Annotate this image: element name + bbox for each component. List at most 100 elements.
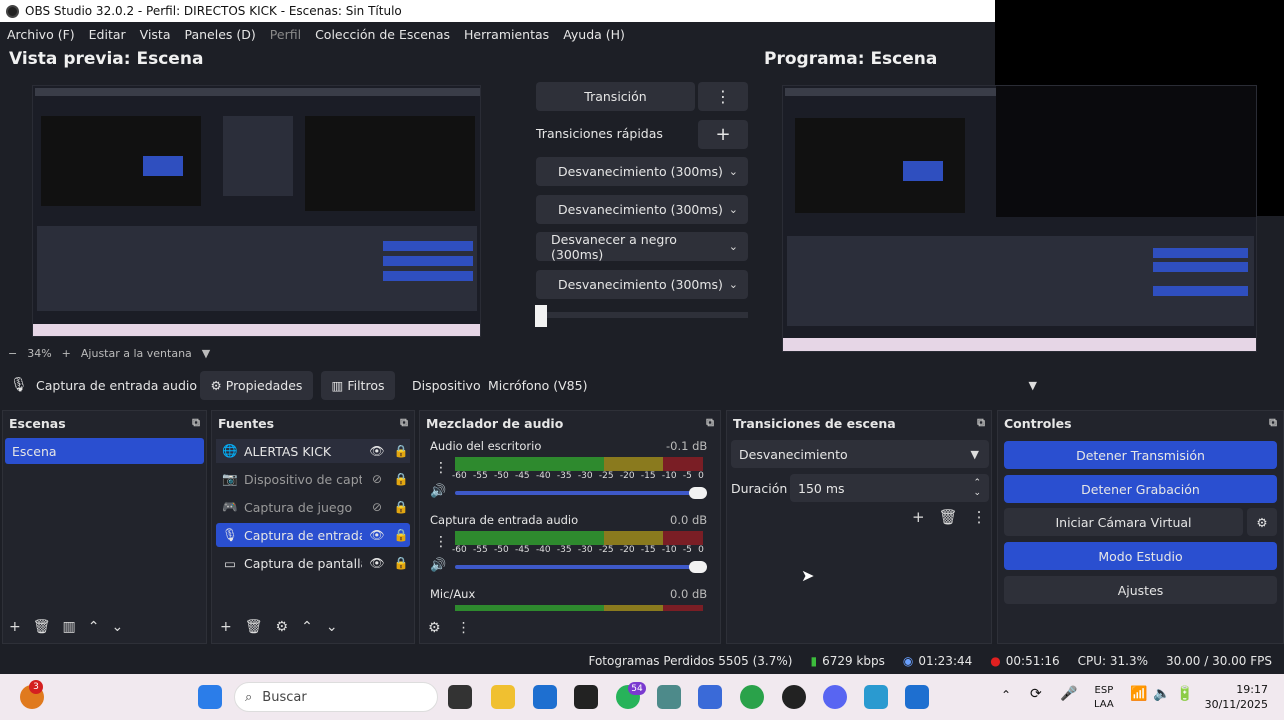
- volume-icon[interactable]: 🔈: [1153, 686, 1170, 702]
- calculator-icon[interactable]: [657, 685, 681, 709]
- security-shield-icon[interactable]: [905, 685, 929, 709]
- battery-icon[interactable]: 🔋: [1176, 686, 1193, 702]
- source-item[interactable]: 🎮 Captura de juego ⊘ 🔒: [216, 495, 410, 519]
- source-item[interactable]: ▭ Captura de pantalla 👁 🔒: [216, 551, 410, 575]
- stop-record-button[interactable]: Detener Grabación: [1004, 475, 1277, 503]
- transition-button[interactable]: Transición: [536, 82, 695, 111]
- preview-canvas[interactable]: [32, 85, 481, 337]
- settings-button[interactable]: Ajustes: [1004, 576, 1277, 604]
- selected-source-name: Captura de entrada audio: [36, 378, 198, 393]
- scene-filter-icon[interactable]: ▥: [63, 619, 76, 635]
- menu-ayuda[interactable]: Ayuda (H): [563, 27, 625, 42]
- search-box[interactable]: ⌕ Buscar: [234, 682, 438, 712]
- volume-slider[interactable]: [455, 561, 707, 573]
- lock-icon[interactable]: 🔒: [392, 444, 410, 458]
- quick-transition-1[interactable]: Desvanecimiento (300ms) ⌄: [536, 157, 748, 186]
- add-icon[interactable]: +: [220, 619, 232, 635]
- advanced-audio-icon[interactable]: ⚙: [428, 620, 441, 636]
- properties-button[interactable]: ⚙ Propiedades: [200, 371, 313, 400]
- microphone-tray-icon[interactable]: 🎤: [1060, 686, 1077, 702]
- obs-taskbar-icon[interactable]: [782, 685, 806, 709]
- gear-icon[interactable]: ⚙: [276, 619, 289, 635]
- arrow-down-icon[interactable]: ⌄: [111, 619, 123, 635]
- zoom-in-icon[interactable]: +: [62, 347, 71, 360]
- undock-icon[interactable]: ⧉: [1269, 416, 1277, 430]
- mixer-menu-icon[interactable]: ⋮: [457, 620, 471, 636]
- transition-menu-icon[interactable]: ⋮: [698, 82, 748, 111]
- zoom-out-icon[interactable]: −: [8, 347, 17, 360]
- trash-icon[interactable]: 🗑: [245, 619, 263, 635]
- outlook-icon[interactable]: [533, 685, 557, 709]
- gear-icon[interactable]: ⚙: [1247, 508, 1277, 536]
- spin-icon[interactable]: ⌃ ⌄: [973, 478, 981, 498]
- source-item[interactable]: 📷 Dispositivo de captur ⊘ 🔒: [216, 467, 410, 491]
- menu-editar[interactable]: Editar: [89, 27, 126, 42]
- studio-mode-button[interactable]: Modo Estudio: [1004, 542, 1277, 570]
- eye-hidden-icon[interactable]: ⊘: [368, 500, 386, 514]
- undock-icon[interactable]: ⧉: [400, 416, 408, 430]
- lock-icon[interactable]: 🔒: [392, 556, 410, 570]
- add-icon[interactable]: +: [9, 619, 21, 635]
- speaker-icon[interactable]: 🔊: [430, 558, 446, 573]
- lock-icon[interactable]: 🔒: [392, 472, 410, 486]
- transition-props-icon[interactable]: ⋮: [972, 508, 987, 526]
- file-explorer-icon[interactable]: [491, 685, 515, 709]
- arrow-up-icon[interactable]: ⌃: [301, 619, 313, 635]
- channel-menu-icon[interactable]: ⋮: [434, 534, 448, 550]
- language-indicator[interactable]: ESP LAA: [1094, 684, 1114, 712]
- quick-transition-2[interactable]: Desvanecimiento (300ms) ⌄: [536, 195, 748, 224]
- undock-icon[interactable]: ⧉: [977, 416, 985, 430]
- trash-icon[interactable]: 🗑: [33, 619, 51, 635]
- chrome-icon[interactable]: [740, 685, 764, 709]
- menu-herramientas[interactable]: Herramientas: [464, 27, 549, 42]
- add-icon[interactable]: +: [912, 508, 925, 526]
- x-app-icon[interactable]: [574, 685, 598, 709]
- discord-icon[interactable]: [823, 685, 847, 709]
- lock-icon[interactable]: 🔒: [392, 528, 410, 542]
- eye-icon[interactable]: 👁: [368, 556, 386, 570]
- lock-icon[interactable]: 🔒: [392, 500, 410, 514]
- zoom-dropdown-icon[interactable]: ▼: [202, 347, 210, 360]
- tbar-slider-handle[interactable]: [535, 305, 547, 327]
- device-select[interactable]: Micrófono (V85) ▼: [480, 371, 1045, 400]
- add-quick-transition-icon[interactable]: +: [698, 120, 748, 149]
- notepad-icon[interactable]: [864, 685, 888, 709]
- eye-icon[interactable]: 👁: [368, 528, 386, 542]
- virtual-camera-button[interactable]: Iniciar Cámara Virtual: [1004, 508, 1243, 536]
- quick-transition-3[interactable]: Desvanecer a negro (300ms) ⌄: [536, 232, 748, 262]
- task-view-icon[interactable]: [448, 685, 472, 709]
- source-item[interactable]: 🌐 ALERTAS KICK 👁 🔒: [216, 439, 410, 463]
- undock-icon[interactable]: ⧉: [706, 416, 714, 430]
- menu-paneles[interactable]: Paneles (D): [185, 27, 256, 42]
- menu-coleccion[interactable]: Colección de Escenas: [315, 27, 450, 42]
- transition-select[interactable]: Desvanecimiento ▼: [731, 440, 989, 468]
- fit-window-label[interactable]: Ajustar a la ventana: [81, 347, 192, 360]
- chevron-up-icon[interactable]: ⌃: [1001, 688, 1011, 702]
- quick-transition-4[interactable]: Desvanecimiento (300ms) ⌄: [536, 270, 748, 299]
- arrow-up-icon[interactable]: ⌃: [88, 619, 100, 635]
- menu-archivo[interactable]: Archivo (F): [7, 27, 75, 42]
- source-item[interactable]: 🎙 Captura de entrada a 👁 🔒: [216, 523, 410, 547]
- clock[interactable]: 19:17 30/11/2025: [1204, 682, 1268, 712]
- stop-stream-button[interactable]: Detener Transmisión: [1004, 441, 1277, 469]
- quick-transitions-label: Transiciones rápidas: [536, 126, 663, 141]
- channel-menu-icon[interactable]: ⋮: [434, 460, 448, 476]
- arrow-down-icon[interactable]: ⌄: [326, 619, 338, 635]
- eye-icon[interactable]: 👁: [368, 444, 386, 458]
- signal-bars-icon: ▮: [810, 654, 818, 668]
- menu-perfil[interactable]: Perfil: [270, 27, 301, 42]
- menu-vista[interactable]: Vista: [140, 27, 171, 42]
- scene-item[interactable]: Escena: [5, 438, 204, 464]
- wifi-icon[interactable]: 📶: [1130, 686, 1147, 702]
- eye-hidden-icon[interactable]: ⊘: [368, 472, 386, 486]
- windows-start-icon[interactable]: [198, 685, 222, 709]
- sync-icon[interactable]: ⟳: [1030, 686, 1042, 702]
- store-icon[interactable]: [698, 685, 722, 709]
- speaker-icon[interactable]: 🔊: [430, 484, 446, 499]
- filters-button[interactable]: ▥ Filtros: [321, 371, 395, 400]
- undock-icon[interactable]: ⧉: [192, 416, 200, 430]
- tbar-slider-track[interactable]: [536, 312, 748, 318]
- volume-slider[interactable]: [455, 487, 707, 499]
- duration-input[interactable]: 150 ms ⌃ ⌄: [790, 474, 989, 502]
- trash-icon[interactable]: 🗑: [939, 508, 958, 526]
